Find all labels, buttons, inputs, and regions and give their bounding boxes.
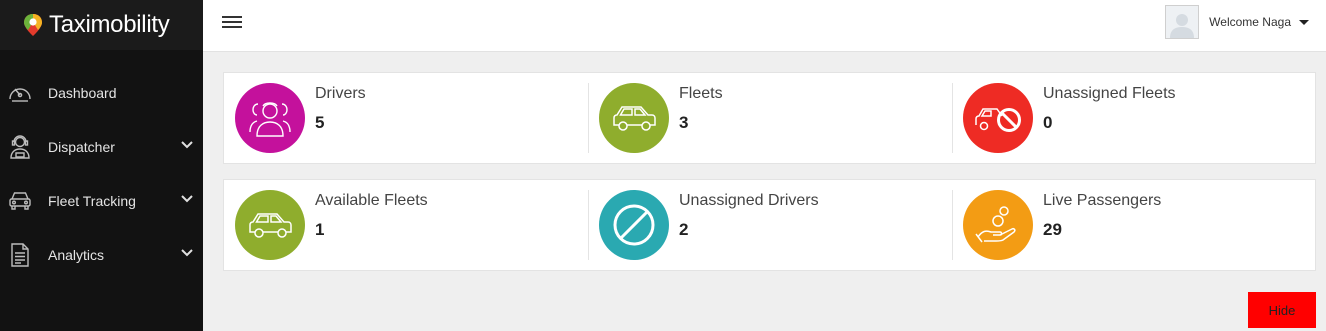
stat-label: Fleets bbox=[679, 85, 723, 102]
stat-label: Unassigned Fleets bbox=[1043, 85, 1176, 102]
stat-label: Available Fleets bbox=[315, 192, 428, 209]
chevron-down-icon bbox=[181, 195, 193, 203]
welcome-text: Welcome Naga bbox=[1209, 15, 1291, 29]
document-icon bbox=[6, 241, 34, 269]
chevron-down-icon bbox=[181, 141, 193, 149]
brand[interactable]: Taximobility bbox=[0, 0, 203, 50]
stats-panel-row-1: Drivers 5 Fleets 3 Unassigned Fleets 0 bbox=[223, 72, 1316, 164]
stat-card-unassigned-fleets[interactable]: Unassigned Fleets 0 bbox=[952, 73, 1316, 163]
stat-value: 5 bbox=[315, 113, 325, 132]
stat-value: 29 bbox=[1043, 220, 1062, 239]
stat-value: 3 bbox=[679, 113, 689, 132]
sidebar-item-label: Analytics bbox=[48, 247, 105, 263]
dispatcher-headset-icon bbox=[6, 133, 34, 161]
stat-value: 2 bbox=[679, 220, 689, 239]
stat-label: Live Passengers bbox=[1043, 192, 1162, 209]
stat-card-fleets[interactable]: Fleets 3 bbox=[588, 73, 952, 163]
stat-card-drivers[interactable]: Drivers 5 bbox=[224, 73, 588, 163]
sidebar-item-dashboard[interactable]: Dashboard bbox=[0, 66, 203, 120]
car-blocked-icon bbox=[963, 83, 1033, 153]
sidebar-item-label: Dispatcher bbox=[48, 139, 115, 155]
sidebar-nav: Dashboard Dispatcher Fleet Tracking Anal… bbox=[0, 50, 203, 282]
speedometer-icon bbox=[6, 79, 34, 107]
hide-button[interactable]: Hide bbox=[1248, 292, 1316, 328]
hand-coins-icon bbox=[963, 190, 1033, 260]
stat-label: Drivers bbox=[315, 85, 366, 102]
car-icon bbox=[599, 83, 669, 153]
prohibited-icon bbox=[599, 190, 669, 260]
user-silhouette-icon bbox=[1170, 14, 1195, 38]
sidebar-item-analytics[interactable]: Analytics bbox=[0, 228, 203, 282]
stats-panel-row-2: Available Fleets 1 Unassigned Drivers 2 … bbox=[223, 179, 1316, 271]
drivers-group-icon bbox=[235, 83, 305, 153]
car-front-icon bbox=[6, 187, 34, 215]
caret-down-icon bbox=[1299, 19, 1309, 25]
sidebar-item-label: Dashboard bbox=[48, 85, 117, 101]
app-name: Taximobility bbox=[49, 11, 170, 38]
top-header: Welcome Naga bbox=[203, 0, 1326, 52]
sidebar: Taximobility Dashboard Dispatcher Fleet … bbox=[0, 0, 203, 331]
sidebar-item-label: Fleet Tracking bbox=[48, 193, 136, 209]
stat-card-available-fleets[interactable]: Available Fleets 1 bbox=[224, 180, 588, 270]
stat-label: Unassigned Drivers bbox=[679, 192, 819, 209]
sidebar-item-dispatcher[interactable]: Dispatcher bbox=[0, 120, 203, 174]
stat-value: 1 bbox=[315, 220, 325, 239]
location-pin-logo-icon bbox=[24, 14, 42, 36]
stat-value: 0 bbox=[1043, 113, 1053, 132]
car-icon bbox=[235, 190, 305, 260]
menu-toggle-icon[interactable] bbox=[222, 16, 242, 30]
stat-card-unassigned-drivers[interactable]: Unassigned Drivers 2 bbox=[588, 180, 952, 270]
stat-card-live-passengers[interactable]: Live Passengers 29 bbox=[952, 180, 1316, 270]
user-menu[interactable]: Welcome Naga bbox=[1165, 5, 1309, 39]
sidebar-item-fleet-tracking[interactable]: Fleet Tracking bbox=[0, 174, 203, 228]
chevron-down-icon bbox=[181, 249, 193, 257]
avatar[interactable] bbox=[1165, 5, 1200, 39]
